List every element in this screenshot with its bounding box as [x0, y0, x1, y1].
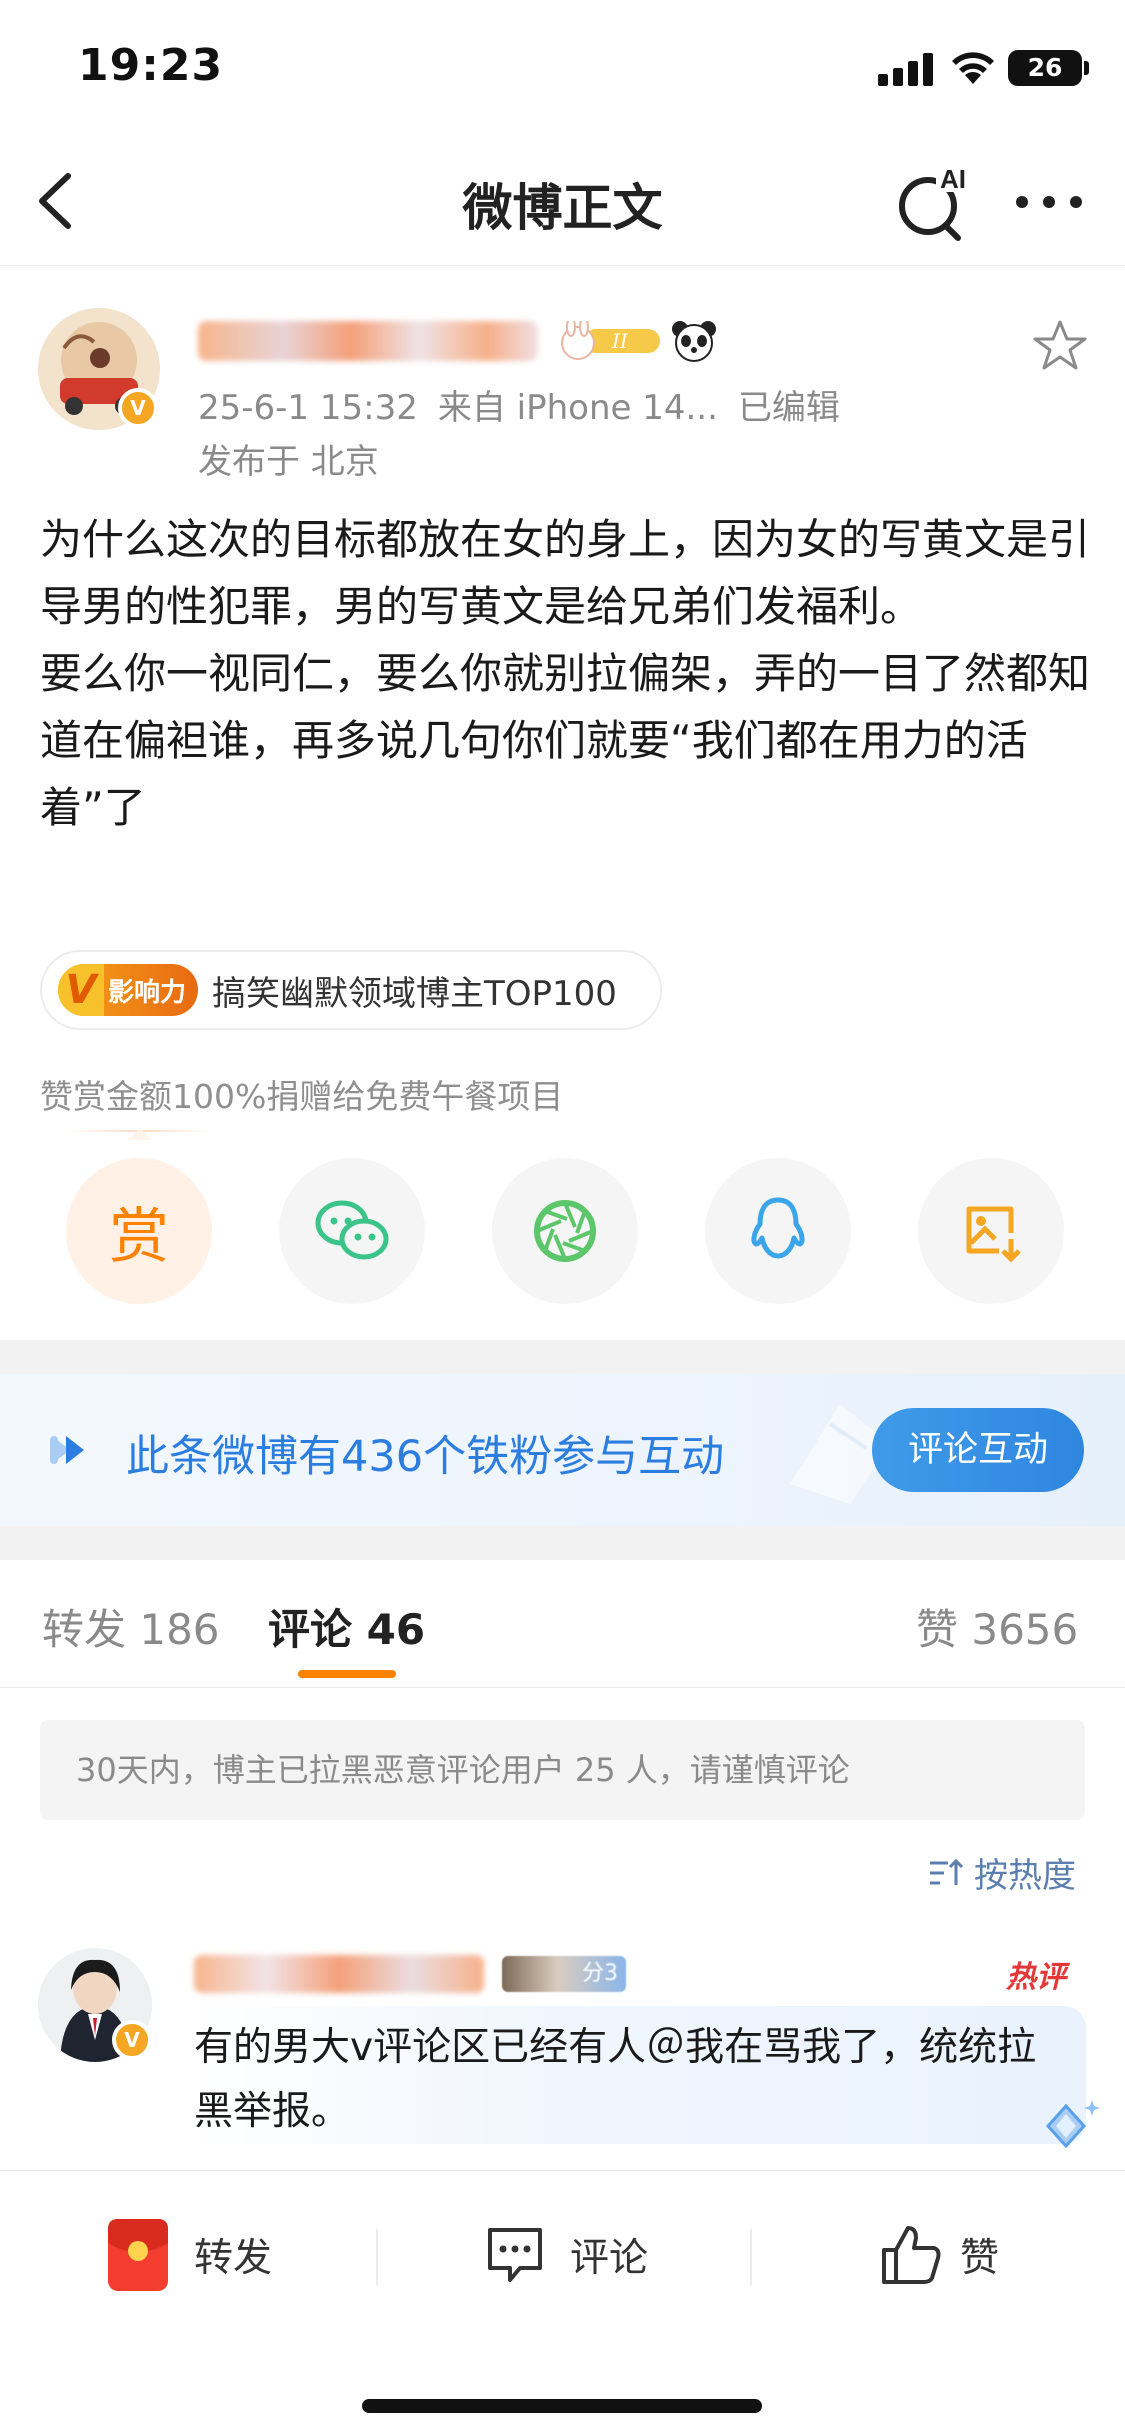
iron-fans-text: 此条微博有436个铁粉参与互动: [126, 1432, 725, 1482]
blocked-users-notice: 30天内，博主已拉黑恶意评论用户 25 人，请谨慎评论: [40, 1720, 1085, 1820]
reward-button[interactable]: 赏: [66, 1158, 212, 1304]
post-location: 发布于 北京: [198, 442, 379, 482]
verified-badge-icon: V: [112, 2020, 152, 2060]
author-name-row[interactable]: II: [198, 317, 718, 364]
tab-like[interactable]: 赞 3656: [916, 1596, 1078, 1657]
status-bar: 19:23 26: [0, 0, 1125, 140]
reward-label: 赏: [109, 1201, 169, 1272]
repost-red-envelope-icon: [108, 2219, 168, 2291]
sort-icon: [930, 1858, 964, 1885]
sort-by-heat-button[interactable]: 按热度: [928, 1848, 1076, 1897]
svg-text:II: II: [611, 329, 629, 353]
repost-label: 转发: [194, 2236, 273, 2281]
commenter-name-row[interactable]: 分3: [194, 1952, 626, 1996]
commenter-avatar[interactable]: V: [38, 1948, 152, 2062]
home-indicator[interactable]: [362, 2399, 762, 2413]
member-level-badge: II: [554, 317, 664, 361]
qq-icon: [751, 1197, 805, 1259]
tab-comment[interactable]: 评论 46: [268, 1596, 425, 1657]
author-name-redacted: [198, 321, 538, 361]
comment-text[interactable]: 有的男大v评论区已经有人＠我在骂我了，统统拉黑举报。: [194, 2016, 1074, 2144]
influence-badge: V 影响力: [58, 964, 198, 1016]
moments-shutter-icon: [534, 1200, 596, 1262]
toolbar-separator: [376, 2229, 378, 2285]
fans-interaction-icon: [50, 1436, 84, 1464]
save-image-button[interactable]: [918, 1158, 1064, 1304]
wifi-icon: [952, 52, 994, 84]
status-time: 19:23: [78, 40, 224, 91]
repost-button[interactable]: 转发: [106, 2217, 272, 2293]
comment-icon: [488, 2228, 542, 2282]
post-source: 来自 iPhone 14...: [437, 388, 718, 428]
ai-search-icon: AI: [899, 162, 974, 241]
share-wechat-button[interactable]: [279, 1158, 425, 1304]
tab-repost[interactable]: 转发 186: [42, 1596, 220, 1657]
panda-icon: [672, 321, 716, 362]
wechat-icon: [315, 1200, 389, 1260]
bottom-toolbar: 转发 评论 赞: [0, 2170, 1125, 2436]
cellular-signal-icon: [878, 52, 934, 86]
engagement-tabs: 转发 186 评论 46 赞 3656: [0, 1560, 1125, 1688]
hot-comment-tag: 热评: [1006, 1960, 1066, 1995]
comment-interact-button[interactable]: 评论互动: [872, 1408, 1084, 1492]
share-qq-button[interactable]: [705, 1158, 851, 1304]
post-paragraph: 要么你一视同仁，要么你就别拉偏架，弄的一目了然都知道在偏袒谁，再多说几句你们就要…: [40, 649, 1091, 832]
like-label: 赞: [960, 2236, 1000, 2281]
share-row: 赏: [66, 1158, 1066, 1304]
diamond-decoration-icon: [1045, 2100, 1100, 2149]
comment-button[interactable]: 评论: [484, 2217, 648, 2293]
influence-ranking-text: 搞笑幽默领域博主TOP100: [212, 973, 617, 1014]
comment-label: 评论: [570, 2236, 649, 2281]
sort-label: 按热度: [974, 1856, 1076, 1896]
ai-search-button[interactable]: AI: [896, 162, 974, 242]
commenter-name-redacted: [194, 1955, 484, 1993]
influence-v-icon: V: [58, 964, 104, 1016]
post-meta: 25-6-1 15:32 来自 iPhone 14... 已编辑: [198, 380, 840, 429]
favorite-star-icon[interactable]: [1032, 318, 1088, 374]
more-options-icon[interactable]: [1016, 192, 1082, 212]
thumbs-up-icon: [882, 2226, 941, 2284]
share-moments-button[interactable]: [492, 1158, 638, 1304]
battery-indicator: 26: [1008, 50, 1089, 86]
toolbar-separator: [750, 2229, 752, 2285]
svg-text:AI: AI: [940, 164, 966, 194]
influence-ranking-chip[interactable]: V 影响力 搞笑幽默领域博主TOP100: [40, 950, 662, 1030]
section-divider: [0, 1340, 1125, 1374]
active-tab-indicator: [298, 1670, 396, 1678]
post-body: 为什么这次的目标都放在女的身上，因为女的写黄文是引导男的性犯罪，男的写黄文是给兄…: [40, 506, 1090, 841]
save-image-icon: [966, 1206, 1021, 1263]
post-time: 25-6-1 15:32: [198, 388, 418, 428]
reward-pointer: [128, 1128, 152, 1140]
like-button[interactable]: 赞: [878, 2217, 999, 2293]
author-avatar[interactable]: V: [38, 308, 160, 430]
iron-fans-banner[interactable]: 此条微博有436个铁粉参与互动 评论互动: [0, 1374, 1125, 1526]
reward-note: 赞赏金额100%捐赠给免费午餐项目: [40, 1077, 564, 1116]
post-paragraph: 为什么这次的目标都放在女的身上，因为女的写黄文是引导男的性犯罪，男的写黄文是给兄…: [40, 515, 1091, 631]
post-edited-label[interactable]: 已编辑: [738, 388, 840, 428]
nav-header: 微博正文 AI: [0, 140, 1125, 266]
fan-level-tag: 分3: [502, 1956, 626, 1992]
verified-badge-icon: V: [118, 388, 158, 428]
section-divider: [0, 1526, 1125, 1560]
influence-badge-label: 影响力: [108, 977, 187, 1008]
